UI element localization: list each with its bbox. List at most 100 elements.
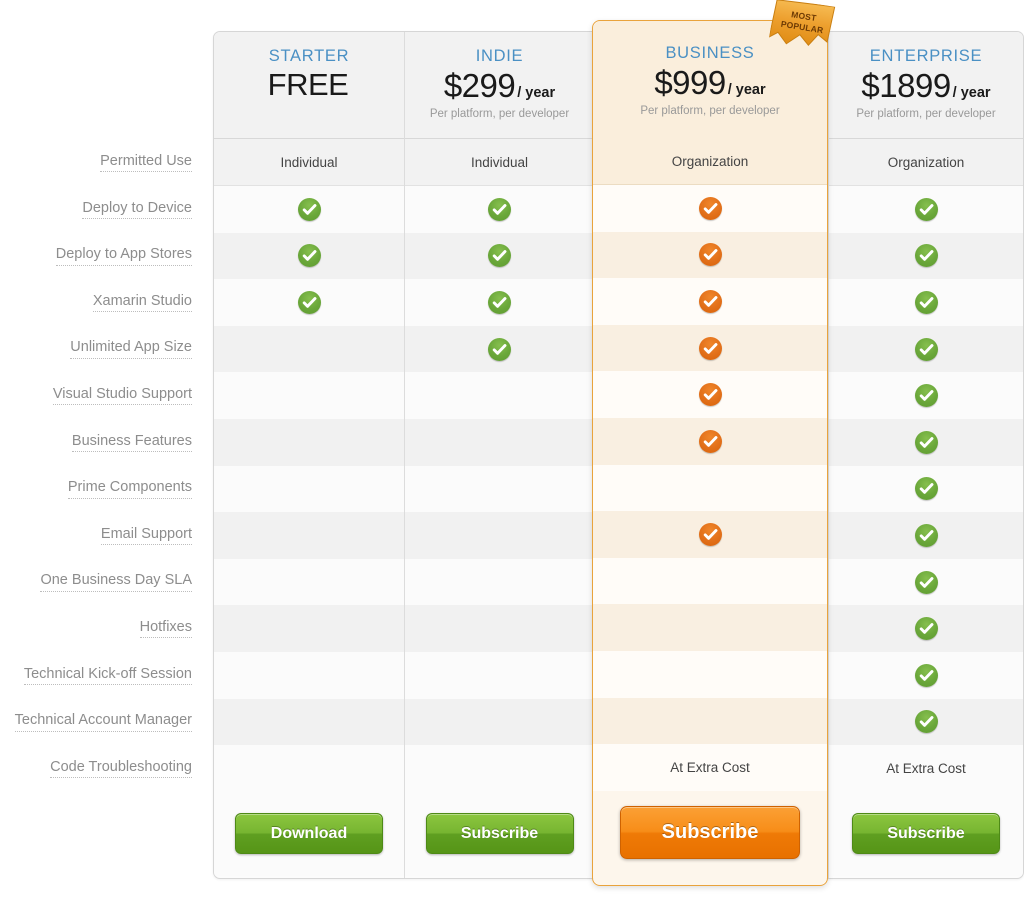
business-column-highlight-fill: BUSINESS $999/ year Per platform, per deve… xyxy=(593,21,827,885)
feature-cell xyxy=(405,232,594,280)
feature-cell xyxy=(214,651,404,699)
feature-label[interactable]: Xamarin Studio xyxy=(92,293,192,313)
check-icon-green xyxy=(297,244,321,268)
feature-cell xyxy=(593,557,827,605)
feature-label[interactable]: Permitted Use xyxy=(100,153,192,173)
plan-header: STARTER FREE xyxy=(214,32,404,139)
check-icon-green xyxy=(914,430,938,454)
feature-label-row: Email Support xyxy=(0,512,200,559)
feature-label[interactable]: Hotfixes xyxy=(139,619,192,639)
feature-cell xyxy=(829,698,1023,746)
feature-label[interactable]: Deploy to Device xyxy=(82,200,192,219)
feature-cell xyxy=(214,186,404,233)
plan-name: ENTERPRISE xyxy=(869,47,983,65)
feature-cell xyxy=(405,605,594,652)
cta-button-business[interactable]: Subscribe xyxy=(620,806,800,860)
plan-price-period: / year xyxy=(517,84,556,101)
feature-label-row: Technical Account Manager xyxy=(0,699,200,746)
plan-footer: Subscribe xyxy=(593,790,827,875)
feature-cell xyxy=(593,371,827,418)
feature-cell xyxy=(214,232,404,280)
feature-label[interactable]: Unlimited App Size xyxy=(70,339,192,359)
feature-cell xyxy=(214,558,404,606)
permitted-use-cell: Individual xyxy=(214,139,404,186)
feature-cell xyxy=(405,372,594,419)
check-icon-green xyxy=(914,663,938,687)
feature-cell xyxy=(214,512,404,559)
feature-cell xyxy=(214,418,404,466)
feature-cell xyxy=(405,325,594,373)
cell-value: At Extra Cost xyxy=(670,759,750,775)
feature-cell xyxy=(214,372,404,419)
feature-cell xyxy=(405,465,594,513)
cta-button-starter[interactable]: Download xyxy=(235,813,383,855)
feature-cell: At Extra Cost xyxy=(593,744,827,791)
feature-label-row: Xamarin Studio xyxy=(0,279,200,326)
most-popular-ribbon: MOST POPULAR xyxy=(767,0,836,59)
check-icon-green xyxy=(488,244,511,268)
check-icon-orange xyxy=(698,289,722,313)
plan-price-amount: $299 xyxy=(443,66,516,104)
cta-button-enterprise[interactable]: Subscribe xyxy=(852,813,1000,855)
feature-label-row: Deploy to Device xyxy=(0,186,200,233)
check-icon-green xyxy=(297,290,321,314)
feature-label[interactable]: One Business Day SLA xyxy=(40,572,192,592)
feature-label[interactable]: Code Troubleshooting xyxy=(50,759,192,779)
feature-cell xyxy=(405,512,594,559)
feature-label[interactable]: Email Support xyxy=(100,526,192,546)
cell-value: Organization xyxy=(671,153,749,169)
plan-price-amount: FREE xyxy=(267,66,349,102)
feature-label-row: Hotfixes xyxy=(0,605,200,652)
plan-price: $1899/ year xyxy=(829,66,1023,104)
feature-label-row: Business Features xyxy=(0,419,200,466)
feature-label[interactable]: Deploy to App Stores xyxy=(55,246,192,266)
check-icon-green xyxy=(488,290,511,314)
check-icon-green xyxy=(914,710,938,734)
plan-column-enterprise: ENTERPRISE $1899/ year Per platform, per d… xyxy=(828,32,1023,878)
feature-cell xyxy=(593,511,827,558)
feature-label-row: Code Troubleshooting xyxy=(0,745,200,792)
feature-cell xyxy=(405,558,594,606)
plan-price-amount: $999 xyxy=(654,63,726,101)
permitted-use-cell: Individual xyxy=(405,139,594,186)
check-icon-orange xyxy=(698,429,722,453)
feature-label-row: Unlimited App Size xyxy=(0,326,200,373)
check-icon-orange xyxy=(698,243,722,267)
feature-cell xyxy=(593,185,827,232)
cta-button-indie[interactable]: Subscribe xyxy=(425,813,574,855)
feature-cell xyxy=(593,650,827,698)
check-icon-orange xyxy=(698,522,722,546)
feature-label[interactable]: Technical Account Manager xyxy=(14,712,192,732)
feature-cell xyxy=(829,232,1023,280)
plan-column-starter: STARTER FREE Individual Download xyxy=(214,32,404,878)
plan-name: INDIE xyxy=(475,47,524,65)
feature-cell xyxy=(829,512,1023,559)
check-icon-green xyxy=(914,617,938,641)
check-icon-green xyxy=(914,244,938,268)
feature-cell: At Extra Cost xyxy=(829,745,1023,792)
plan-footer: Subscribe xyxy=(829,791,1023,876)
check-icon-green xyxy=(914,477,938,501)
feature-label[interactable]: Technical Kick-off Session xyxy=(23,666,192,685)
cell-value: At Extra Cost xyxy=(886,760,966,776)
check-icon-orange xyxy=(698,336,722,360)
plan-price-amount: $1899 xyxy=(861,66,951,104)
check-icon-green xyxy=(914,384,938,408)
feature-cell xyxy=(829,279,1023,326)
feature-label[interactable]: Business Features xyxy=(71,433,192,452)
check-icon-orange xyxy=(698,383,722,407)
feature-label-row: Visual Studio Support xyxy=(0,372,200,419)
plan-header: INDIE $299/ year Per platform, per develop… xyxy=(405,32,594,139)
feature-label[interactable]: Visual Studio Support xyxy=(52,386,192,406)
feature-label-row: Deploy to App Stores xyxy=(0,233,200,280)
plan-price: FREE xyxy=(214,66,404,102)
feature-cell xyxy=(214,745,404,792)
feature-label-row: Permitted Use xyxy=(0,139,200,186)
feature-label-row: One Business Day SLA xyxy=(0,559,200,606)
check-icon-green xyxy=(488,197,511,221)
feature-cell xyxy=(405,186,594,233)
feature-label-row: Prime Components xyxy=(0,466,200,513)
check-icon-green xyxy=(914,290,938,314)
feature-label[interactable]: Prime Components xyxy=(67,479,192,499)
feature-label-column: Permitted Use Deploy to Device Deploy to A… xyxy=(0,139,200,792)
